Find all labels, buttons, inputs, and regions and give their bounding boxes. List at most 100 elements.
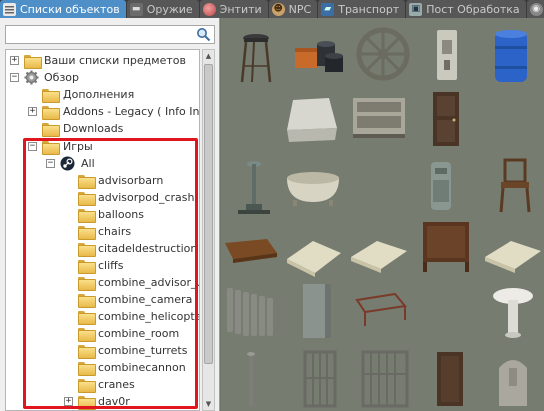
folder-icon	[78, 243, 96, 257]
shelf-prop[interactable]	[349, 88, 409, 148]
tree-item-label: Обзор	[44, 71, 80, 84]
collapse-minus-icon[interactable]: −	[28, 142, 37, 151]
tree-item-label: chairs	[98, 225, 132, 238]
spawn-icon-grid	[221, 18, 544, 411]
tree-folder-item[interactable]: balloons	[6, 206, 199, 223]
scrollbar-thumb[interactable]	[204, 64, 213, 364]
tab-label: Пост Обработка	[426, 2, 520, 16]
folder-icon	[78, 226, 96, 240]
tree-item-label: balloons	[98, 208, 144, 221]
tree-item-label: Игры	[63, 140, 93, 153]
mattress-prop-2[interactable]	[349, 223, 409, 283]
folder-icon	[78, 209, 96, 223]
expand-plus-icon[interactable]: +	[10, 56, 19, 65]
scroll-down-icon[interactable]: ▼	[203, 398, 214, 410]
lamp-post-prop[interactable]	[226, 156, 286, 216]
tree-folder-item[interactable]: advisorbarn	[6, 172, 199, 189]
expand-plus-icon[interactable]: +	[64, 397, 73, 406]
tree-folder-item[interactable]: citadeldestruction	[6, 240, 199, 257]
tab-vehicles[interactable]: ▰ Транспорт	[318, 0, 406, 18]
stool-prop[interactable]	[226, 26, 286, 86]
expand-plus-icon[interactable]: +	[28, 107, 37, 116]
vehicle-icon: ▰	[321, 2, 335, 16]
metal-cabinet-prop[interactable]	[293, 280, 353, 340]
tree-item-label: combine_helicopter	[98, 310, 200, 323]
tree-item-label: cranes	[98, 378, 135, 391]
tree-scrollbar[interactable]: ▲ ▼	[202, 49, 215, 411]
tree-item-label: cliffs	[98, 259, 124, 272]
tab-entities[interactable]: Энтити	[199, 0, 268, 18]
tab-dupes[interactable]: ◉ Ду	[526, 0, 544, 18]
wooden-chair-prop[interactable]	[485, 156, 544, 216]
tab-npc[interactable]: ☻ NPC	[268, 0, 318, 18]
tree-folder-item[interactable]: chairs	[6, 223, 199, 240]
door-prop[interactable]	[417, 88, 477, 148]
bench-frame-prop[interactable]	[349, 280, 409, 340]
tree-item-addons[interactable]: Дополнения	[6, 86, 199, 103]
bathtub-prop[interactable]	[283, 156, 343, 216]
wall-switch-prop[interactable]	[417, 26, 477, 86]
search-input[interactable]	[6, 26, 196, 43]
tree-folder-item[interactable]: cliffs	[6, 257, 199, 274]
tree-folder-item[interactable]: combine_advisor_...	[6, 274, 199, 291]
mattress-prop-3[interactable]	[483, 223, 543, 283]
collapse-minus-icon[interactable]: −	[10, 73, 19, 82]
wooden-door-prop[interactable]	[421, 348, 481, 408]
heater-stove-prop[interactable]	[411, 156, 471, 216]
radiator-prop[interactable]	[221, 280, 281, 340]
tree-item-browse[interactable]: − Обзор	[6, 69, 199, 86]
weapon-icon: ▬	[129, 2, 143, 16]
tree-item-your-spawnlists[interactable]: + Ваши списки предметов	[6, 52, 199, 69]
water-barrel-prop[interactable]	[481, 26, 541, 86]
search-icon[interactable]	[196, 27, 211, 42]
folder-icon	[42, 106, 60, 120]
tree-item-all[interactable]: − All	[6, 155, 199, 172]
tree-folder-item[interactable]: combine_camera	[6, 291, 199, 308]
folder-icon	[78, 362, 96, 376]
folder-icon	[42, 123, 60, 137]
scroll-up-icon[interactable]: ▲	[203, 50, 214, 62]
tree-item-label: combine_camera	[98, 293, 193, 306]
wooden-bed-prop[interactable]	[417, 216, 477, 276]
search-box	[5, 25, 215, 44]
sink-prop[interactable]	[483, 280, 543, 340]
tab-postprocess[interactable]: ▣ Пост Обработка	[406, 0, 526, 18]
tree-item-label: Downloads	[63, 122, 124, 135]
tree-item-label: dav0r	[98, 395, 130, 408]
jail-door-prop[interactable]	[293, 348, 353, 408]
tree-item-addons-legacy[interactable]: + Addons - Legacy ( Info In...	[6, 103, 200, 120]
folder-icon	[78, 328, 96, 342]
tree-folder-item[interactable]: + dav0r	[6, 393, 199, 410]
folder-icon	[78, 311, 96, 325]
collapse-minus-icon[interactable]: −	[46, 159, 55, 168]
folder-icon	[42, 141, 60, 155]
tab-label: Энтити	[219, 2, 262, 16]
tree-folder-item[interactable]: cranes	[6, 376, 199, 393]
table-prop[interactable]	[221, 223, 281, 283]
tree-item-downloads[interactable]: Downloads	[6, 120, 199, 137]
barrels-prop[interactable]	[289, 26, 349, 86]
concrete-barrier-prop[interactable]	[281, 88, 341, 148]
tab-weapons[interactable]: ▬ Оружие	[126, 0, 199, 18]
tab-label: NPC	[288, 2, 312, 16]
tree-folder-item[interactable]: advisorpod_crash	[6, 189, 199, 206]
valve-wheel-prop[interactable]	[353, 26, 413, 86]
jail-gate-prop[interactable]	[355, 348, 415, 408]
tombstone-prop[interactable]	[483, 348, 543, 408]
tree-item-games[interactable]: − Игры	[6, 138, 199, 155]
tree-item-label: combine_turrets	[98, 344, 188, 357]
folder-icon	[42, 89, 60, 103]
tree-folder-item[interactable]: combine_room	[6, 325, 199, 342]
gear-icon	[24, 70, 39, 85]
tab-label: Списки объектов	[20, 2, 120, 16]
mattress-prop[interactable]	[283, 223, 343, 283]
tree-folder-item[interactable]: combine_helicopter	[6, 308, 200, 325]
pipe-prop[interactable]	[221, 348, 281, 408]
tree-folder-item[interactable]: combinecannon	[6, 359, 199, 376]
tree-item-label: Дополнения	[63, 88, 135, 101]
tree-item-label: citadeldestruction	[98, 242, 198, 255]
tree-folder-item[interactable]: combine_turrets	[6, 342, 199, 359]
tree-item-label: combinecannon	[98, 361, 186, 374]
tree-item-label: Addons - Legacy ( Info In...	[63, 105, 200, 118]
tab-spawnlists[interactable]: Списки объектов	[0, 0, 126, 18]
